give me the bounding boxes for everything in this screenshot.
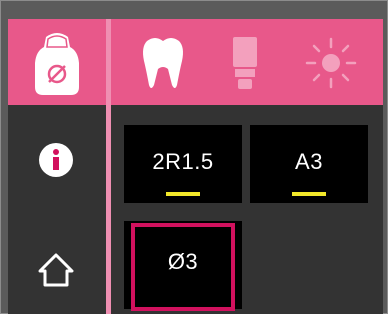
shade-indicator-1 (166, 192, 200, 196)
shade-tile-1[interactable]: 2R1.5 (124, 125, 242, 203)
shade-indicator-2 (292, 192, 326, 196)
sun-icon (305, 37, 357, 89)
sidebar-item-device[interactable] (8, 27, 106, 97)
shade-label-2: A3 (295, 149, 323, 174)
seal-device-icon (35, 33, 79, 95)
info-icon (39, 143, 73, 177)
tip-icon (233, 37, 257, 89)
sidebar-item-info[interactable] (8, 125, 106, 195)
toolbar (111, 19, 383, 105)
home-icon (38, 253, 74, 287)
tool-tooth[interactable] (137, 33, 189, 93)
tooth-icon (143, 38, 183, 88)
selection-highlight (131, 223, 235, 311)
screen-frame: 2R1.5 A3 Ø3 (0, 0, 388, 314)
shade-label-1: 2R1.5 (152, 149, 214, 174)
tool-light[interactable] (301, 33, 357, 93)
sidebar (8, 19, 106, 314)
shade-tile-2[interactable]: A3 (250, 125, 368, 203)
sidebar-item-home[interactable] (8, 233, 106, 303)
tool-tip[interactable] (219, 33, 271, 93)
